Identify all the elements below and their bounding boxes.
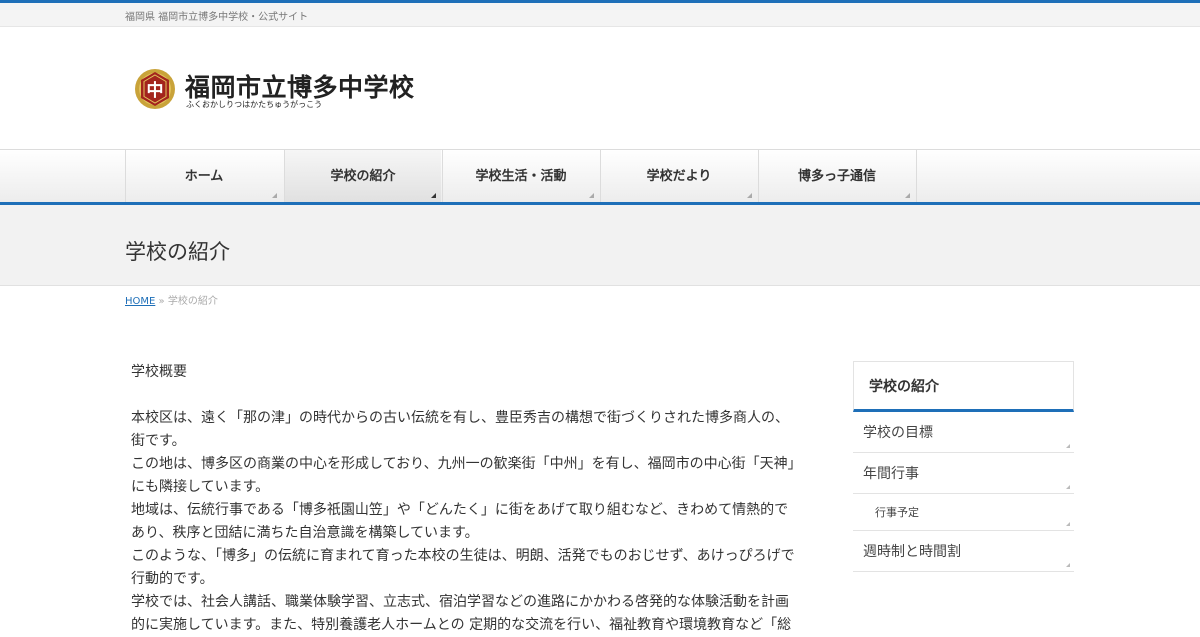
sidebar-item-label: 年間行事 — [863, 466, 919, 482]
school-emblem-icon: 中 — [135, 69, 175, 109]
nav-item-home[interactable]: ホーム — [125, 150, 282, 203]
site-tagline: 福岡県 福岡市立博多中学校・公式サイト — [125, 12, 309, 23]
nav-item-school-intro[interactable]: 学校の紹介 — [284, 150, 441, 203]
nav-item-newsletter[interactable]: 学校だより — [600, 150, 757, 203]
content-paragraph: この地は、博多区の商業の中心を形成しており、九州一の歓楽街「中州」を有し、福岡市… — [131, 456, 795, 495]
page-header: 学校の紹介 — [0, 205, 1200, 286]
content-heading: 学校概要 — [131, 364, 187, 380]
corner-triangle-icon — [905, 193, 910, 198]
nav-item-label: 学校だより — [646, 169, 712, 184]
nav-item-label: ホーム — [184, 169, 224, 184]
breadcrumb-current: 学校の紹介 — [167, 296, 218, 307]
breadcrumb-home-link[interactable]: HOME — [125, 296, 155, 307]
sidebar-item-label: 行事予定 — [875, 506, 919, 519]
page-title: 学校の紹介 — [125, 240, 230, 264]
nav-divider — [916, 150, 917, 203]
nav-item-label: 学校の紹介 — [330, 169, 396, 184]
corner-triangle-icon — [1066, 444, 1070, 448]
sidebar-item-timetable[interactable]: 週時制と時間割 — [853, 531, 1074, 572]
nav-item-label: 学校生活・活動 — [475, 169, 567, 184]
content-paragraph: このような、「博多」の伝統に育まれて育った本校の生徒は、明朗、活発でものおじせず… — [131, 548, 795, 587]
nav-item-school-life[interactable]: 学校生活・活動 — [442, 150, 599, 203]
logo-subtitle: ふくおかしりつはかたちゅうがっこう — [186, 100, 323, 109]
global-nav: ホーム 学校の紹介 学校生活・活動 学校だより 博多っ子通信 — [0, 149, 1200, 203]
nav-item-label: 博多っ子通信 — [797, 169, 876, 184]
tagline-bar: 福岡県 福岡市立博多中学校・公式サイト — [0, 3, 1200, 27]
sidebar-item-label: 学校の目標 — [863, 425, 933, 441]
corner-triangle-icon — [272, 193, 277, 198]
corner-triangle-icon — [589, 193, 594, 198]
breadcrumb: HOME » 学校の紹介 — [125, 292, 218, 307]
sidebar-item-label: 週時制と時間割 — [863, 544, 961, 560]
corner-triangle-icon — [1066, 485, 1070, 489]
content-paragraph: 学校では、社会人講話、職業体験学習、立志式、宿泊学習などの進路にかかわる啓発的な… — [131, 594, 792, 633]
breadcrumb-separator: » — [158, 296, 165, 307]
main-content: 学校概要 本校区は、遠く「那の津」の時代からの古い伝統を有し、豊臣秀吉の構想で街… — [131, 361, 796, 637]
content-paragraph: 本校区は、遠く「那の津」の時代からの古い伝統を有し、豊臣秀吉の構想で街づくりされ… — [131, 410, 789, 449]
emblem-char: 中 — [147, 80, 164, 101]
site-logo[interactable]: 中 福岡市立博多中学校 ふくおかしりつはかたちゅうがっこう — [133, 66, 433, 110]
corner-triangle-icon — [1066, 522, 1070, 526]
corner-triangle-icon — [747, 193, 752, 198]
corner-triangle-icon — [431, 193, 436, 198]
corner-triangle-icon — [1066, 563, 1070, 567]
sidebar-title: 学校の紹介 — [853, 361, 1074, 412]
sidebar-item-school-goals[interactable]: 学校の目標 — [853, 412, 1074, 453]
sidebar-item-event-schedule[interactable]: 行事予定 — [853, 494, 1074, 531]
content-paragraph: 地域は、伝統行事である「博多祇園山笠」や「どんたく」に街をあげて取り組むなど、き… — [131, 502, 789, 541]
sidebar-item-annual-events[interactable]: 年間行事 — [853, 453, 1074, 494]
nav-item-hakatakko-news[interactable]: 博多っ子通信 — [758, 150, 915, 203]
sidebar: 学校の紹介 学校の目標 年間行事 行事予定 週時制と時間割 — [853, 361, 1074, 572]
